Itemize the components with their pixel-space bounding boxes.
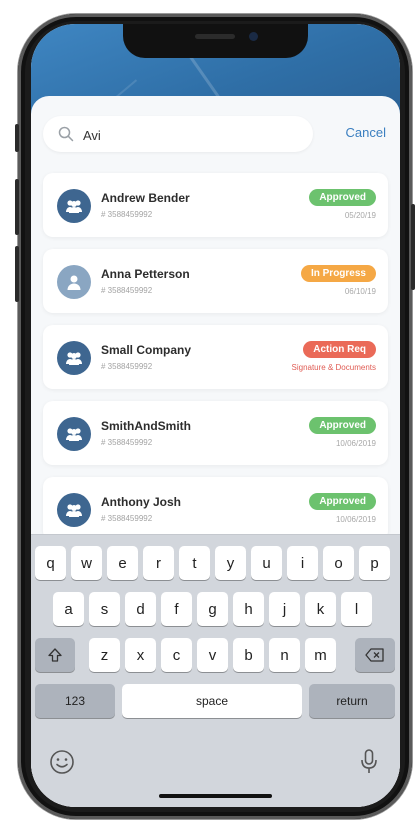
key-x[interactable]: x bbox=[125, 638, 156, 672]
group-icon bbox=[57, 341, 91, 375]
list-item[interactable]: Anna Petterson # 3588459992 In Progress … bbox=[43, 249, 388, 313]
key-n[interactable]: n bbox=[269, 638, 300, 672]
item-date: 05/20/19 bbox=[344, 211, 376, 220]
search-icon bbox=[58, 126, 74, 142]
emoji-icon[interactable] bbox=[49, 749, 75, 775]
key-g[interactable]: g bbox=[197, 592, 228, 626]
key-c[interactable]: c bbox=[161, 638, 192, 672]
key-q[interactable]: q bbox=[35, 546, 66, 580]
space-key[interactable]: space bbox=[122, 684, 302, 718]
key-u[interactable]: u bbox=[251, 546, 282, 580]
status-badge: Approved bbox=[309, 417, 376, 434]
return-key[interactable]: return bbox=[309, 684, 395, 718]
key-o[interactable]: o bbox=[323, 546, 354, 580]
search-input[interactable] bbox=[81, 124, 305, 146]
item-name: Andrew Bender bbox=[101, 191, 190, 205]
power-button bbox=[411, 204, 415, 290]
microphone-icon[interactable] bbox=[359, 748, 379, 776]
key-f[interactable]: f bbox=[161, 592, 192, 626]
key-b[interactable]: b bbox=[233, 638, 264, 672]
search-box[interactable] bbox=[43, 116, 313, 152]
key-v[interactable]: v bbox=[197, 638, 228, 672]
volume-down-button bbox=[15, 246, 19, 302]
cancel-button[interactable]: Cancel bbox=[346, 125, 386, 140]
volume-up-button bbox=[15, 179, 19, 235]
item-note: Signature & Documents bbox=[291, 363, 377, 372]
key-p[interactable]: p bbox=[359, 546, 390, 580]
status-badge: Approved bbox=[309, 189, 376, 206]
key-i[interactable]: i bbox=[287, 546, 318, 580]
key-j[interactable]: j bbox=[269, 592, 300, 626]
item-date: 06/10/19 bbox=[344, 287, 376, 296]
item-name: Small Company bbox=[101, 343, 192, 357]
key-t[interactable]: t bbox=[179, 546, 210, 580]
item-id: # 3588459992 bbox=[101, 210, 153, 219]
backspace-key[interactable] bbox=[355, 638, 395, 672]
list-item[interactable]: Anthony Josh # 3588459992 Approved 10/06… bbox=[43, 477, 388, 541]
home-indicator bbox=[159, 794, 272, 798]
key-y[interactable]: y bbox=[215, 546, 246, 580]
notch bbox=[123, 24, 308, 58]
key-s[interactable]: s bbox=[89, 592, 120, 626]
item-id: # 3588459992 bbox=[101, 514, 153, 523]
key-w[interactable]: w bbox=[71, 546, 102, 580]
group-icon bbox=[57, 417, 91, 451]
key-m[interactable]: m bbox=[305, 638, 336, 672]
list-item[interactable]: SmithAndSmith # 3588459992 Approved 10/0… bbox=[43, 401, 388, 465]
list-item[interactable]: Andrew Bender # 3588459992 Approved 05/2… bbox=[43, 173, 388, 237]
numbers-key[interactable]: 123 bbox=[35, 684, 115, 718]
item-date: 10/06/2019 bbox=[335, 515, 376, 524]
item-id: # 3588459992 bbox=[101, 362, 153, 371]
group-icon bbox=[57, 189, 91, 223]
item-name: Anna Petterson bbox=[101, 267, 190, 281]
item-name: Anthony Josh bbox=[101, 495, 181, 509]
status-badge: Action Req bbox=[303, 341, 376, 358]
item-name: SmithAndSmith bbox=[101, 419, 191, 433]
silent-switch bbox=[15, 124, 19, 152]
speaker bbox=[195, 34, 235, 39]
search-row: Cancel bbox=[43, 116, 388, 154]
key-h[interactable]: h bbox=[233, 592, 264, 626]
shift-key[interactable] bbox=[35, 638, 75, 672]
key-l[interactable]: l bbox=[341, 592, 372, 626]
person-icon bbox=[57, 265, 91, 299]
list-item[interactable]: Small Company # 3588459992 Action Req Si… bbox=[43, 325, 388, 389]
backspace-icon bbox=[365, 648, 384, 662]
group-icon bbox=[57, 493, 91, 527]
key-a[interactable]: a bbox=[53, 592, 84, 626]
item-id: # 3588459992 bbox=[101, 286, 153, 295]
keyboard: q w e r t y u i o p a s d f g h j k l z … bbox=[31, 534, 400, 807]
key-k[interactable]: k bbox=[305, 592, 336, 626]
shift-icon bbox=[48, 648, 62, 662]
status-badge: In Progress bbox=[300, 265, 376, 282]
item-date: 10/06/2019 bbox=[335, 439, 376, 448]
key-r[interactable]: r bbox=[143, 546, 174, 580]
key-z[interactable]: z bbox=[89, 638, 120, 672]
key-e[interactable]: e bbox=[107, 546, 138, 580]
camera bbox=[249, 32, 258, 41]
status-badge: Approved bbox=[309, 493, 376, 510]
item-id: # 3588459992 bbox=[101, 438, 153, 447]
screen: Cancel Andrew Bender # 3588459992 Approv… bbox=[31, 24, 400, 807]
key-d[interactable]: d bbox=[125, 592, 156, 626]
